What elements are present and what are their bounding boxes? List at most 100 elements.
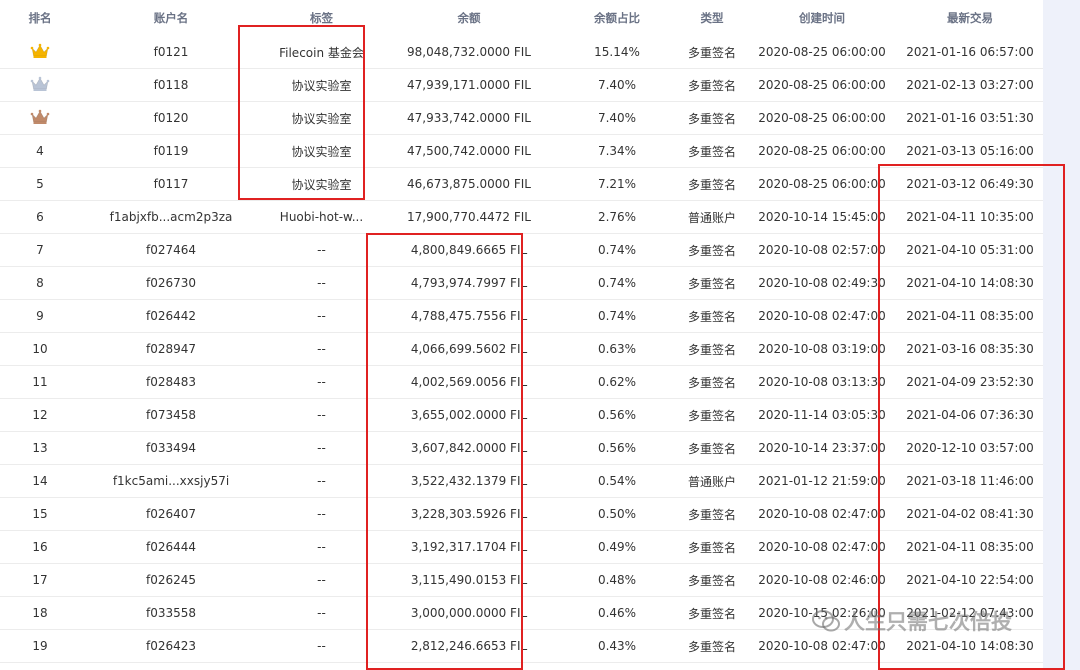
cell-tag: -- xyxy=(262,662,381,670)
cell-balance: 3,522,432.1379 FIL xyxy=(381,464,557,498)
cell-account[interactable]: f028947 xyxy=(80,332,262,366)
cell-rank: 18 xyxy=(0,596,80,630)
cell-created: 2020-08-25 06:00:00 xyxy=(747,134,897,168)
table-row[interactable]: 14 f1kc5ami...xxsjy57i -- 3,522,432.1379 FI… xyxy=(0,464,1043,498)
cell-share: 7.40% xyxy=(557,101,677,135)
header-rank[interactable]: 排名 xyxy=(0,0,80,36)
cell-tag: -- xyxy=(262,365,381,399)
cell-balance: 4,002,569.0056 FIL xyxy=(381,365,557,399)
table-row[interactable]: 6 f1abjxfb...acm2p3za Huobi-hot-w... 17,900… xyxy=(0,200,1043,234)
header-latest[interactable]: 最新交易 xyxy=(897,0,1043,36)
cell-share: 0.54% xyxy=(557,464,677,498)
cell-rank: 10 xyxy=(0,332,80,366)
cell-account[interactable]: f1abjxfb...acm2p3za xyxy=(80,200,262,234)
cell-share: 0.56% xyxy=(557,431,677,465)
cell-tag: -- xyxy=(262,431,381,465)
cell-balance: 3,115,490.0153 FIL xyxy=(381,563,557,597)
cell-latest: 2021-01-16 03:51:30 xyxy=(897,101,1043,135)
cell-balance: 3,655,002.0000 FIL xyxy=(381,398,557,432)
cell-share: 0.56% xyxy=(557,398,677,432)
table-row[interactable]: 7 f027464 -- 4,800,849.6665 FIL 0.74% 多重签名 202… xyxy=(0,233,1043,267)
cell-rank xyxy=(0,101,80,135)
cell-account[interactable]: f028364 xyxy=(80,662,262,670)
table-row[interactable]: f0121 Filecoin 基金会 98,048,732.0000 FIL 15.1… xyxy=(0,36,1043,69)
cell-account[interactable]: f0120 xyxy=(80,101,262,135)
table-row[interactable]: 15 f026407 -- 3,228,303.5926 FIL 0.50% 多重签名 20… xyxy=(0,497,1043,531)
cell-tag: -- xyxy=(262,596,381,630)
table-row[interactable]: 9 f026442 -- 4,788,475.7556 FIL 0.74% 多重签名 202… xyxy=(0,299,1043,333)
cell-latest: 2020-12-10 03:57:00 xyxy=(897,431,1043,465)
cell-share: 0.48% xyxy=(557,563,677,597)
cell-balance: 98,048,732.0000 FIL xyxy=(406,45,531,59)
cell-tag: 协议实验室 xyxy=(262,101,381,135)
cell-account[interactable]: f0119 xyxy=(80,134,262,168)
cell-account[interactable]: f0117 xyxy=(80,167,262,201)
cell-account[interactable]: f026245 xyxy=(80,563,262,597)
cell-rank: 13 xyxy=(0,431,80,465)
header-type[interactable]: 类型 xyxy=(677,0,747,36)
cell-share: 7.40% xyxy=(557,68,677,102)
cell-created: 2020-10-08 02:47:00 xyxy=(747,299,897,333)
cell-tag: -- xyxy=(262,629,381,663)
cell-type: 多重签名 xyxy=(687,45,736,60)
cell-tag: -- xyxy=(262,233,381,267)
cell-share: 0.62% xyxy=(557,365,677,399)
watermark-text: 人生只需七次倍投 xyxy=(844,610,1012,634)
table-row[interactable]: 4 f0119 协议实验室 47,500,742.0000 FIL 7.34% 多重签名 2… xyxy=(0,134,1043,168)
cell-type: 多重签名 xyxy=(677,662,747,670)
cell-rank: 8 xyxy=(0,266,80,300)
cell-balance: 46,673,875.0000 FIL xyxy=(381,167,557,201)
cell-account[interactable]: f028483 xyxy=(80,365,262,399)
cell-share: 0.49% xyxy=(557,530,677,564)
table-row[interactable]: f0118 协议实验室 47,939,171.0000 FIL 7.40% 多重签名 20… xyxy=(0,68,1043,102)
cell-account[interactable]: f027464 xyxy=(80,233,262,267)
cell-share: 0.74% xyxy=(557,233,677,267)
cell-account[interactable]: f0121 xyxy=(80,36,262,69)
cell-latest: 2021-04-11 08:35:00 xyxy=(897,530,1043,564)
cell-created: 2020-10-08 02:49:30 xyxy=(747,266,897,300)
cell-tag: 协议实验室 xyxy=(262,167,381,201)
cell-account[interactable]: f0118 xyxy=(80,68,262,102)
cell-account[interactable]: f073458 xyxy=(80,398,262,432)
header-created[interactable]: 创建时间 xyxy=(747,0,897,36)
cell-rank: 5 xyxy=(0,167,80,201)
header-balance[interactable]: 余额 xyxy=(381,0,557,36)
cell-created: 2020-10-08 03:19:00 xyxy=(747,332,897,366)
table-row[interactable]: 12 f073458 -- 3,655,002.0000 FIL 0.56% 多重签名 20… xyxy=(0,398,1043,432)
cell-balance: 47,500,742.0000 FIL xyxy=(381,134,557,168)
cell-account[interactable]: f026730 xyxy=(80,266,262,300)
table-row[interactable]: 11 f028483 -- 4,002,569.0056 FIL 0.62% 多重签名 20… xyxy=(0,365,1043,399)
header-tag[interactable]: 标签 xyxy=(262,0,381,36)
table-row[interactable]: 20f028364--2,775,065.5485 FIL0.43%多重签名20… xyxy=(0,662,1043,670)
cell-account[interactable]: f033494 xyxy=(80,431,262,465)
cell-rank: 7 xyxy=(0,233,80,267)
cell-created: 2020-10-14 15:45:00 xyxy=(747,200,897,234)
cell-account[interactable]: f1kc5ami...xxsjy57i xyxy=(80,464,262,498)
cell-balance: 3,228,303.5926 FIL xyxy=(381,497,557,531)
cell-balance: 3,192,317.1704 FIL xyxy=(381,530,557,564)
cell-account[interactable]: f026423 xyxy=(80,629,262,663)
table-row[interactable]: 5 f0117 协议实验室 46,673,875.0000 FIL 7.21% 多重签名 2… xyxy=(0,167,1043,201)
table-row[interactable]: f0120 协议实验室 47,933,742.0000 FIL 7.40% 多重签名 20… xyxy=(0,101,1043,135)
cell-share: 0.46% xyxy=(557,596,677,630)
table-row[interactable]: 13 f033494 -- 3,607,842.0000 FIL 0.56% 多重签名 20… xyxy=(0,431,1043,465)
cell-tag: -- xyxy=(262,530,381,564)
cell-type: 多重签名 xyxy=(677,365,747,399)
cell-created: 2020-08-25 06:00:00 xyxy=(747,68,897,102)
cell-type: 多重签名 xyxy=(677,68,747,102)
cell-account[interactable]: f033558 xyxy=(80,596,262,630)
cell-latest: 2021-02-13 03:27:00 xyxy=(897,68,1043,102)
header-share[interactable]: 余额占比 xyxy=(557,0,677,36)
table-row[interactable]: 17 f026245 -- 3,115,490.0153 FIL 0.48% 多重签名 20… xyxy=(0,563,1043,597)
cell-account[interactable]: f026442 xyxy=(80,299,262,333)
table-row[interactable]: 10 f028947 -- 4,066,699.5602 FIL 0.63% 多重签名 20… xyxy=(0,332,1043,366)
cell-account[interactable]: f026407 xyxy=(80,497,262,531)
cell-share: 7.21% xyxy=(557,167,677,201)
cell-latest: 2021-03-12 06:49:30 xyxy=(897,167,1043,201)
table-row[interactable]: 8 f026730 -- 4,793,974.7997 FIL 0.74% 多重签名 202… xyxy=(0,266,1043,300)
rich-list-table-container: 排名 账户名 标签 余额 余额占比 类型 创建时间 最新交易 f0121 File… xyxy=(0,0,1043,670)
cell-share: 15.14% xyxy=(594,45,640,59)
header-account[interactable]: 账户名 xyxy=(80,0,262,36)
table-row[interactable]: 16 f026444 -- 3,192,317.1704 FIL 0.49% 多重签名 20… xyxy=(0,530,1043,564)
cell-account[interactable]: f026444 xyxy=(80,530,262,564)
